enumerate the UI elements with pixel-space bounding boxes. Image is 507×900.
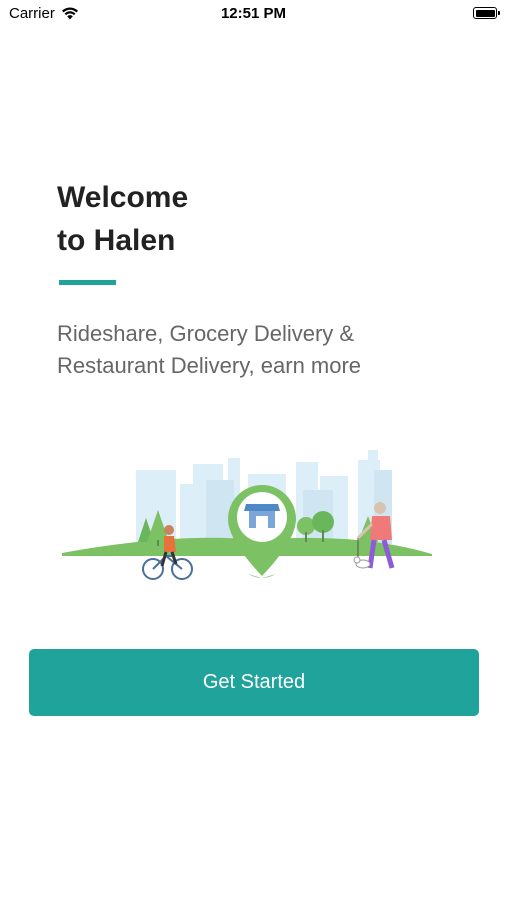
battery-icon: [473, 7, 500, 19]
city-storefront-illustration: [62, 450, 432, 580]
welcome-subtitle: Rideshare, Grocery Delivery & Restaurant…: [57, 318, 477, 382]
storefront-pin-icon: [228, 485, 296, 578]
accent-divider: [59, 280, 116, 285]
welcome-subtitle-line2: Restaurant Delivery, earn more: [57, 353, 362, 378]
status-bar: Carrier 12:51 PM: [0, 0, 507, 28]
status-time: 12:51 PM: [220, 5, 287, 22]
get-started-button[interactable]: Get Started: [29, 649, 479, 716]
welcome-title-line2: to Halen: [57, 224, 176, 257]
welcome-title: Welcome to Halen: [57, 176, 188, 262]
welcome-subtitle-line1: Rideshare, Grocery Delivery &: [57, 321, 355, 346]
welcome-title-line1: Welcome: [57, 181, 189, 214]
